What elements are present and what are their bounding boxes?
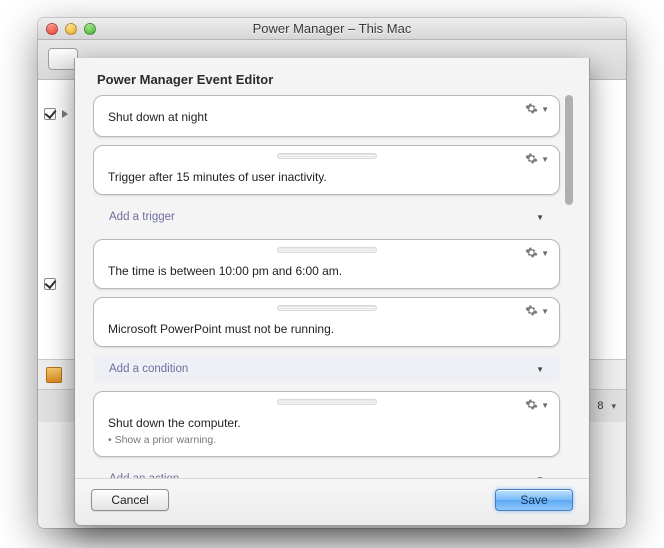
action-subtext: • Show a prior warning.	[108, 434, 545, 446]
gear-menu[interactable]: ▼	[525, 398, 549, 411]
add-action-row[interactable]: Add an action ▼	[93, 465, 560, 478]
drag-handle-icon[interactable]	[277, 399, 377, 405]
add-action-label: Add an action	[109, 473, 179, 478]
window-title: Power Manager – This Mac	[38, 21, 626, 36]
chevron-down-icon: ▼	[536, 475, 544, 479]
trigger-card: ▼ Trigger after 15 minutes of user inact…	[93, 145, 560, 195]
trigger-text: Trigger after 15 minutes of user inactiv…	[108, 170, 545, 184]
gear-menu[interactable]: ▼	[525, 246, 549, 259]
action-card: ▼ Shut down the computer. • Show a prior…	[93, 391, 560, 457]
cancel-button-label: Cancel	[111, 493, 148, 507]
gear-icon	[525, 304, 538, 317]
chevron-down-icon: ▼	[541, 155, 549, 164]
gear-menu[interactable]: ▼	[525, 304, 549, 317]
condition-text: The time is between 10:00 pm and 6:00 am…	[108, 264, 545, 278]
chevron-down-icon: ▼	[536, 365, 544, 374]
add-trigger-label: Add a trigger	[109, 211, 175, 223]
sheet-title: Power Manager Event Editor	[97, 72, 567, 87]
save-button[interactable]: Save	[495, 489, 573, 511]
add-condition-row[interactable]: Add a condition ▼	[93, 355, 560, 383]
checkbox-icon[interactable]	[44, 278, 56, 290]
action-text: Shut down the computer.	[108, 416, 545, 430]
chevron-icon: ▾	[611, 401, 616, 412]
bg-row-2	[44, 278, 56, 290]
gear-menu[interactable]: ▼	[525, 152, 549, 165]
folder-icon	[46, 367, 62, 383]
checkbox-icon[interactable]	[44, 108, 56, 120]
drag-handle-icon[interactable]	[277, 153, 377, 159]
chevron-down-icon: ▼	[541, 105, 549, 114]
gear-icon	[525, 152, 538, 165]
scrollbar-thumb[interactable]	[565, 95, 573, 205]
chevron-down-icon: ▼	[541, 249, 549, 258]
event-name[interactable]: Shut down at night	[108, 110, 545, 124]
cancel-button[interactable]: Cancel	[91, 489, 169, 511]
condition-card: ▼ The time is between 10:00 pm and 6:00 …	[93, 239, 560, 289]
close-icon[interactable]	[46, 23, 58, 35]
event-name-card: ▼ Shut down at night	[93, 95, 560, 137]
disclosure-icon	[62, 110, 68, 118]
titlebar: Power Manager – This Mac	[38, 18, 626, 40]
chevron-down-icon: ▼	[536, 213, 544, 222]
add-condition-label: Add a condition	[109, 363, 188, 375]
gear-menu[interactable]: ▼	[525, 102, 549, 115]
chevron-down-icon: ▼	[541, 401, 549, 410]
drag-handle-icon[interactable]	[277, 305, 377, 311]
bg-right-text: 8	[597, 400, 603, 412]
drag-handle-icon[interactable]	[277, 247, 377, 253]
gear-icon	[525, 398, 538, 411]
condition-text: Microsoft PowerPoint must not be running…	[108, 322, 545, 336]
event-editor-sheet: Power Manager Event Editor ▼ Shut down a…	[74, 58, 590, 526]
bg-row-1	[44, 108, 68, 120]
condition-card: ▼ Microsoft PowerPoint must not be runni…	[93, 297, 560, 347]
save-button-label: Save	[520, 493, 547, 507]
gear-icon	[525, 246, 538, 259]
minimize-icon[interactable]	[65, 23, 77, 35]
sheet-header: Power Manager Event Editor	[75, 58, 589, 95]
scrollbar[interactable]	[562, 95, 576, 478]
sheet-footer: Cancel Save	[75, 478, 589, 525]
gear-icon	[525, 102, 538, 115]
traffic-lights	[46, 23, 96, 35]
sheet-scroll-area: ▼ Shut down at night ▼ Trigger after 15 …	[93, 95, 579, 478]
zoom-icon[interactable]	[84, 23, 96, 35]
add-trigger-row[interactable]: Add a trigger ▼	[93, 203, 560, 231]
chevron-down-icon: ▼	[541, 307, 549, 316]
